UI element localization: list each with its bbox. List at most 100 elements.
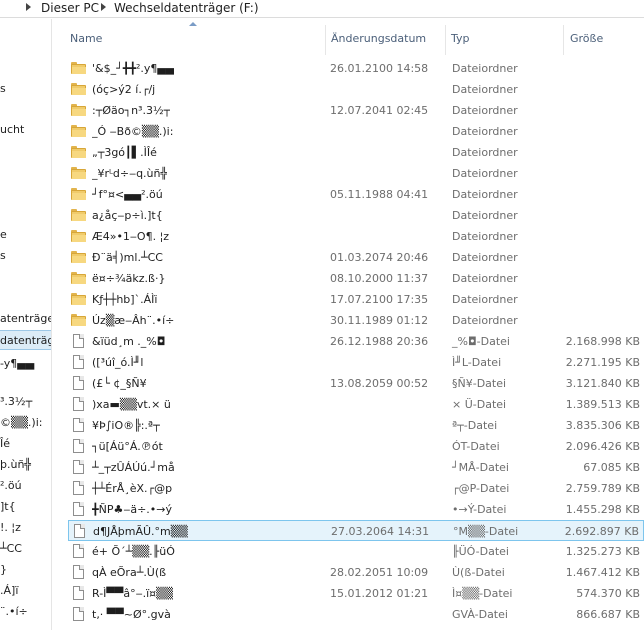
file-name: ë¤÷¾äkz.ß‧} [92,272,166,285]
file-type: Dateiordner [452,125,518,138]
file-row[interactable]: ╋ÑP♣‒ä÷.•→ý •→Ý-Datei 1.455.298 KB [68,499,644,520]
nav-item[interactable]: !. ¦z [0,518,21,538]
file-icon [71,481,86,495]
nav-item[interactable]: ©▒▒.)i: [0,413,42,433]
folder-icon [71,166,86,180]
file-row[interactable]: _Ó ‒Bð©▒▒.)i: Dateiordner [68,121,644,142]
file-name: t,· ▀▀~Ø°.gvà [92,608,171,621]
file-row[interactable]: ┼┴ÉrÅ¸èX.┌@p ┌@P-Datei 2.759.789 KB [68,478,644,499]
nav-item[interactable]: } [0,560,7,580]
file-size: 1.325.273 KB [565,545,640,558]
file-type: Dateiordner [452,83,518,96]
folder-icon [71,187,86,201]
nav-item[interactable]: ucht [0,120,24,140]
file-row[interactable]: &ïüd¸m ._%◘ 26.12.1988 20:36 _%◘-Datei 2.16… [68,331,644,352]
file-size: 1.389.513 KB [565,398,640,411]
file-type: °M▒▒-Datei [453,525,519,538]
folder-icon [71,103,86,117]
column-header-date[interactable]: Änderungsdatum [331,32,426,45]
nav-item[interactable]: ┴CC [0,539,22,559]
file-date: 27.03.2064 14:31 [331,525,430,538]
file-row[interactable]: (£└ ¢_§Ñ¥ 13.08.2059 00:52 §Ñ¥-Datei 3.121.… [68,373,644,394]
file-size: 3.835.306 KB [565,419,640,432]
breadcrumb-drive[interactable]: Wechseldatenträger (F:) [114,1,259,15]
file-row[interactable]: ¥Þ∫iO®╠:.ª┬ ª┬-Datei 3.835.306 KB [68,415,644,436]
file-size: 1.467.412 KB [565,566,640,579]
nav-item[interactable]: ¨.•í÷ [0,602,28,622]
file-row[interactable]: :┬Øäo┐n³.3½┬ 12.07.2041 02:45 Dateiordner [68,100,644,121]
file-row[interactable]: Ð¨ä╡)ml.┴CC 01.03.2074 20:46 Dateiordner [68,247,644,268]
file-name: _¥rᴸd÷‒q.ùñ╬ [92,167,168,180]
file-row[interactable]: ([³úî_ó.Ì╜l Ì╜L-Datei 2.271.195 KB [68,352,644,373]
file-icon [71,544,86,558]
file-row[interactable]: ┘f°¤<▄▄².öú 05.11.1988 04:41 Dateiordner [68,184,644,205]
file-name: „┬3gó┃▌.ÌÎé [92,146,157,159]
file-date: 01.03.2074 20:46 [330,251,429,264]
file-row[interactable]: )xa▬▒▒vt.× ü × Ü-Datei 1.389.513 KB [68,394,644,415]
file-row[interactable]: _¥rᴸd÷‒q.ùñ╬ Dateiordner [68,163,644,184]
file-row[interactable]: é+ Õ´┴▒▒.╟üÓ ╟ÜÓ-Datei 1.325.273 KB [68,541,644,562]
file-icon [71,376,86,390]
file-type: ┘MÅ-Datei [452,461,509,474]
breadcrumb-separator-icon[interactable] [26,3,31,11]
file-size: 2.692.897 KB [564,525,639,538]
nav-item[interactable]: ³.3½┬ [0,392,32,412]
breadcrumb-separator-icon[interactable] [101,3,106,11]
file-row[interactable]: (óç>ý2 í.┌/j Dateiordner [68,79,644,100]
file-name: )xa▬▒▒vt.× ü [92,398,171,411]
file-row[interactable]: a¿åç‒p÷ì.]t{Dateiordner [68,205,644,226]
nav-item[interactable]: ]t{ [0,497,16,517]
file-name: ¥Þ∫iO®╠:.ª┬ [92,419,160,432]
nav-item[interactable]: ².öú [0,476,22,496]
column-divider[interactable] [563,25,564,55]
file-name: (£└ ¢_§Ñ¥ [92,377,147,390]
file-row[interactable]: Kƒ┼┼hb]`.ÁÌï 17.07.2100 17:35 Dateiordner [68,289,644,310]
file-row[interactable]: qÀ eÕra┴.Ù(ß 28.02.2051 10:09 Ù(ß-Datei 1.4… [68,562,644,583]
file-name: ([³úî_ó.Ì╜l [92,356,144,369]
file-type: ╟ÜÓ-Datei [452,545,509,558]
nav-item[interactable]: s [0,246,6,266]
column-divider[interactable] [445,25,446,55]
file-date: 12.07.2041 02:45 [330,104,429,117]
nav-item[interactable]: s [0,79,6,99]
file-row[interactable]: Æ4»•1‒O¶. ¦z Dateiordner [68,226,644,247]
file-row[interactable]: Úz▒æ‒Âh¨.•í÷ 30.11.1989 01:12 Dateiordner [68,310,644,331]
nav-item[interactable]: þ.ùñ╬ [0,455,31,475]
folder-icon [71,61,86,75]
file-date: 30.11.1989 01:12 [330,314,429,327]
file-name: _Ó ‒Bð©▒▒.)i: [92,125,174,138]
file-row[interactable]: t,· ▀▀~Ø°.gvà GVÀ-Datei 866.687 KB [68,604,644,625]
nav-item[interactable]: -y¶▄▄ [0,354,34,374]
sort-ascending-icon [189,22,197,26]
file-name: ┘f°¤<▄▄².öú [92,188,163,201]
breadcrumb-this-pc[interactable]: Dieser PC [41,1,99,15]
file-row[interactable]: R-Ì▀▀â°‒.ï¤▒▒ 15.01.2012 01:21 Ì¤▒▒-Datei 5… [68,583,644,604]
file-icon [71,397,86,411]
file-name: ┴_┬zÛÁÚú.┘må [92,461,175,474]
nav-item[interactable]: .Á]ï [0,581,18,601]
file-row[interactable]: ┴_┬zÛÁÚú.┘må ┘MÅ-Datei 67.085 KB [68,457,644,478]
file-name: d¶JÅþmÃÛ.°m▒▒ [93,525,188,538]
file-row[interactable]: „┬3gó┃▌.ÌÎé Dateiordner [68,142,644,163]
column-header-type[interactable]: Typ [451,32,470,45]
column-header-size[interactable]: Größe [570,32,603,45]
column-header-name[interactable]: Name [70,32,102,45]
nav-item-selected[interactable]: datenträger [0,330,51,350]
address-bar[interactable]: Dieser PC Wechseldatenträger (F:) [0,0,644,18]
file-icon [71,334,86,348]
column-divider[interactable] [325,25,326,55]
file-row[interactable]: '&$_┘╋╋².y¶▄▄ 26.01.2100 14:58 Dateiordner [68,58,644,79]
file-name: :┬Øäo┐n³.3½┬ [92,104,171,117]
file-row[interactable]: d¶JÅþmÃÛ.°m▒▒ 27.03.2064 14:31 °M▒▒-Datei 2… [68,520,644,541]
file-size: 67.085 KB [583,461,640,474]
file-row[interactable]: ┐ü[Áü°Á.℗ót ÓT-Datei 2.096.426 KB [68,436,644,457]
nav-item[interactable]: atenträger [0,309,51,329]
file-name: (óç>ý2 í.┌/j [92,83,156,96]
folder-icon [71,229,86,243]
folder-icon [71,124,86,138]
nav-item[interactable]: Îé [0,434,10,454]
nav-item[interactable]: e [0,225,7,245]
file-row[interactable]: ë¤÷¾äkz.ß‧} 08.10.2000 11:37 Dateiordner [68,268,644,289]
navigation-pane[interactable]: s ucht e s atenträger datenträger -y¶▄▄ … [0,19,52,630]
folder-icon [71,250,86,264]
